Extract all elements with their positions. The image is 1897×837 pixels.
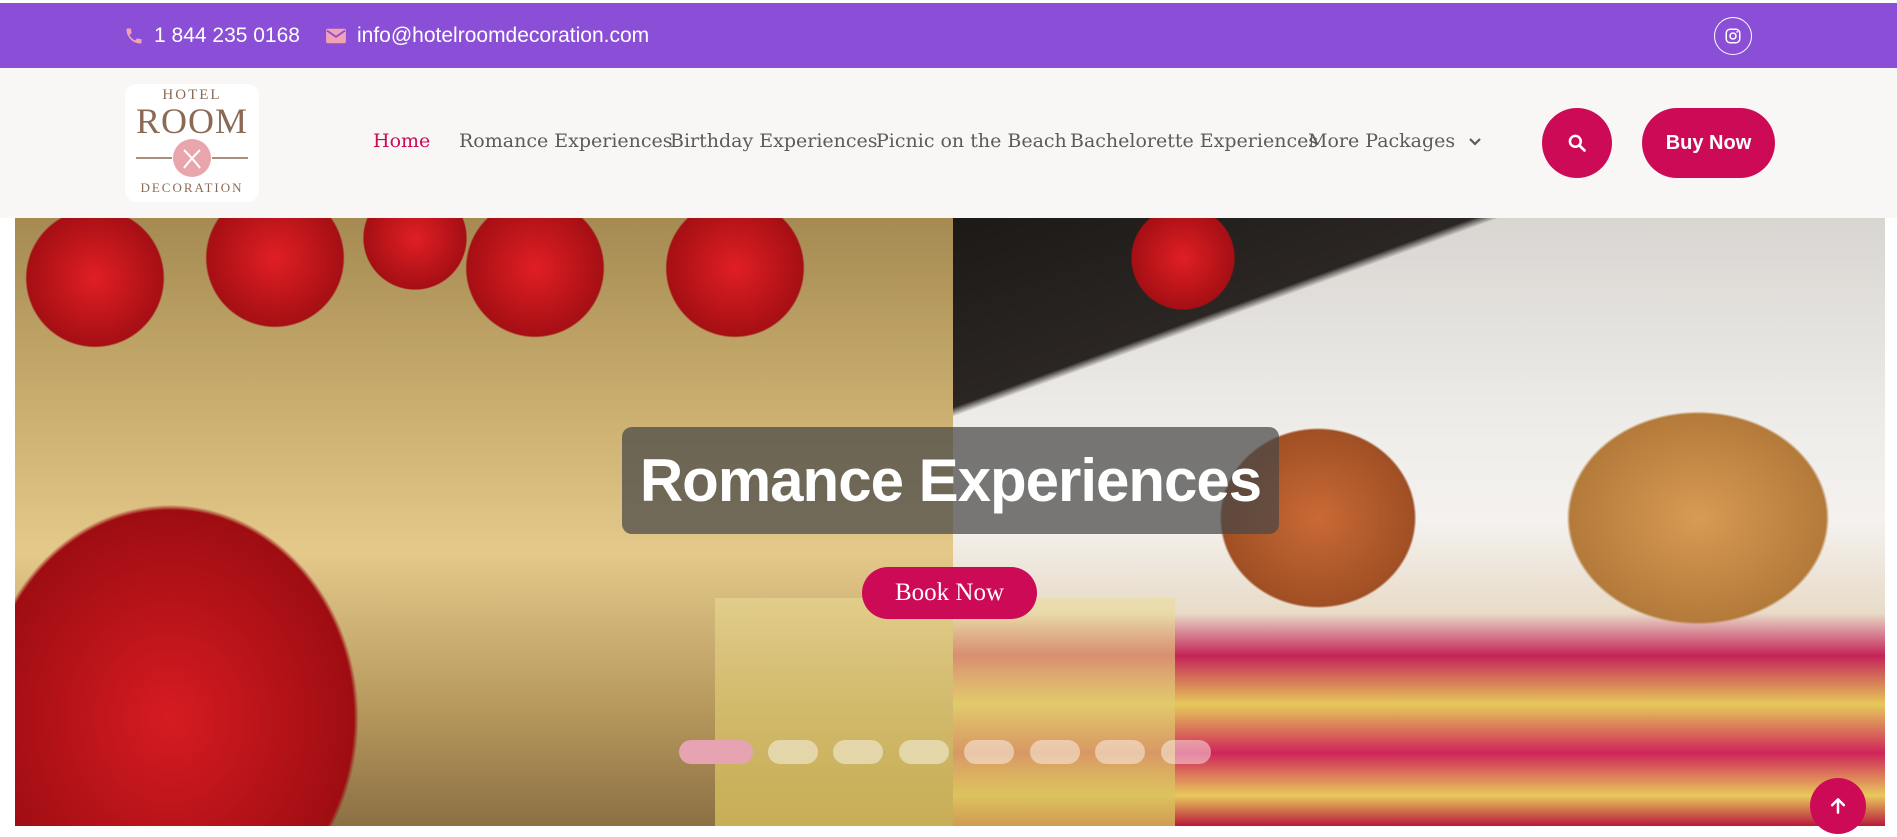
nav-bachelorette-experiences[interactable]: Bachelorette Experiences bbox=[1070, 130, 1318, 152]
slider-dot[interactable] bbox=[833, 740, 883, 764]
instagram-icon bbox=[1725, 28, 1741, 44]
arrow-up-icon bbox=[1830, 798, 1846, 814]
phone-number: 1 844 235 0168 bbox=[154, 23, 300, 47]
nav-birthday-experiences[interactable]: Birthday Experiences bbox=[670, 130, 878, 152]
phone-icon bbox=[124, 26, 144, 46]
slider-dot[interactable] bbox=[1161, 740, 1211, 764]
email-contact[interactable]: info@hotelroomdecoration.com bbox=[325, 3, 649, 68]
hero-image-champagne bbox=[715, 598, 1175, 826]
chevron-down-icon bbox=[1469, 138, 1481, 146]
site-logo[interactable]: HOTEL ROOM DECORATION bbox=[125, 84, 259, 202]
slider-dot[interactable] bbox=[768, 740, 818, 764]
mail-icon bbox=[325, 27, 347, 45]
book-now-button[interactable]: Book Now bbox=[862, 567, 1037, 619]
search-button[interactable] bbox=[1542, 108, 1612, 178]
buy-now-button[interactable]: Buy Now bbox=[1642, 108, 1775, 178]
top-bar: 1 844 235 0168 info@hotelroomdecoration.… bbox=[0, 3, 1897, 68]
nav-more-packages-label: More Packages bbox=[1308, 130, 1456, 152]
hero-title: Romance Experiences bbox=[639, 447, 1262, 514]
email-address: info@hotelroomdecoration.com bbox=[357, 23, 650, 47]
slider-dot[interactable] bbox=[964, 740, 1014, 764]
nav-home[interactable]: Home bbox=[373, 130, 430, 152]
hero-slider: Romance Experiences Book Now bbox=[15, 218, 1885, 826]
logo-line-room: ROOM bbox=[135, 101, 249, 141]
nav-romance-experiences[interactable]: Romance Experiences bbox=[459, 130, 673, 152]
logo-heart-emblem bbox=[136, 139, 248, 177]
slider-dot[interactable] bbox=[1095, 740, 1145, 764]
phone-contact[interactable]: 1 844 235 0168 bbox=[124, 3, 300, 68]
search-icon bbox=[1568, 134, 1586, 152]
main-header: HOTEL ROOM DECORATION Home Romance Exper… bbox=[0, 68, 1897, 218]
scroll-to-top-button[interactable] bbox=[1810, 778, 1866, 834]
logo-line-decoration: DECORATION bbox=[140, 180, 244, 195]
slider-dot[interactable] bbox=[679, 740, 753, 764]
nav-picnic-on-the-beach[interactable]: Picnic on the Beach bbox=[876, 130, 1067, 152]
slider-dot[interactable] bbox=[1030, 740, 1080, 764]
instagram-button[interactable] bbox=[1714, 17, 1752, 55]
nav-more-packages[interactable]: More Packages bbox=[1308, 130, 1481, 152]
slider-dot[interactable] bbox=[899, 740, 949, 764]
